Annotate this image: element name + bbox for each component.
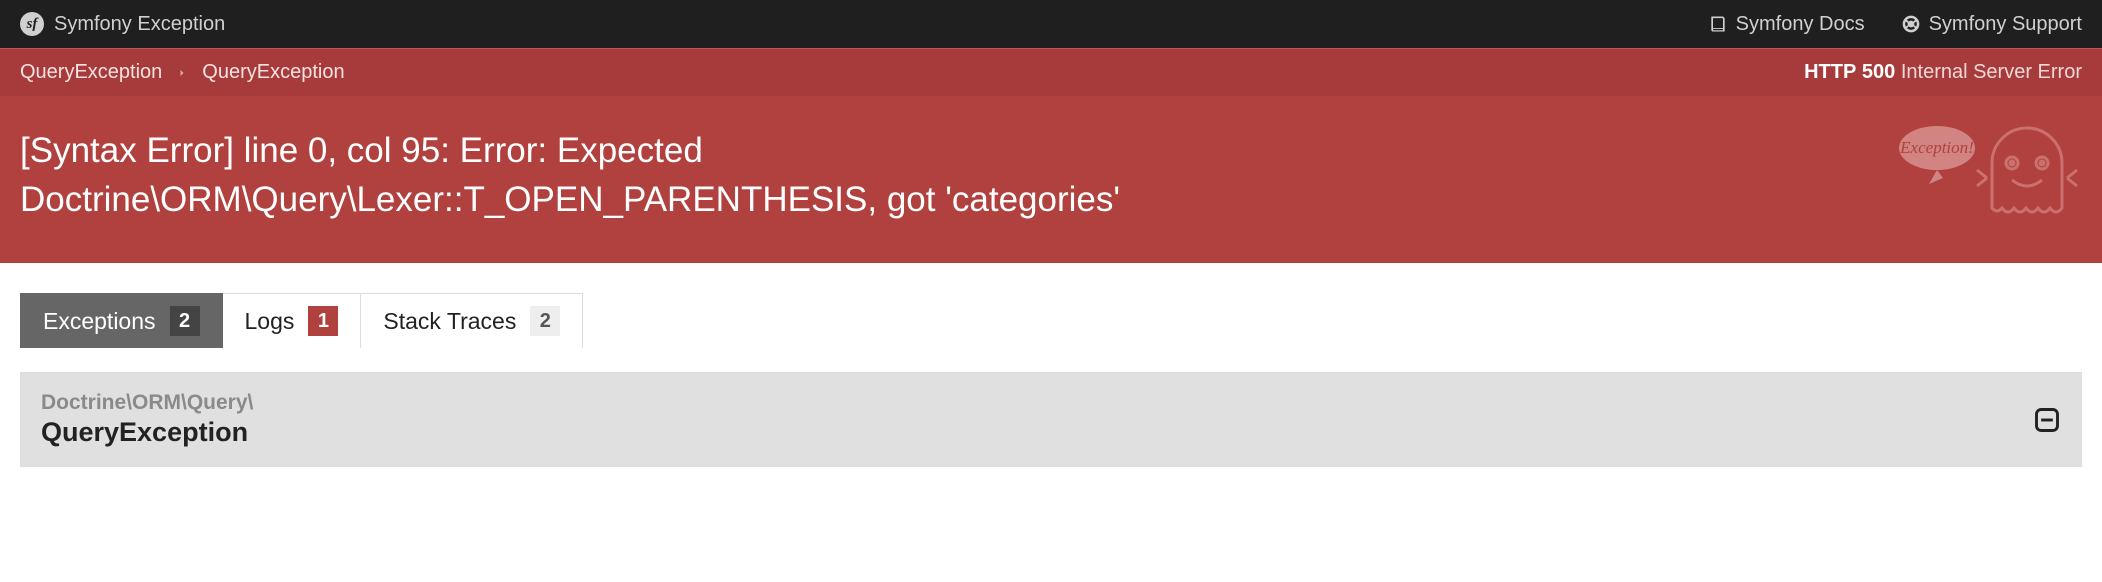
- collapse-icon: [2033, 406, 2061, 434]
- http-text: Internal Server Error: [1901, 61, 2082, 83]
- life-ring-icon: [1901, 14, 1921, 34]
- tab-badge: 1: [308, 306, 338, 336]
- tabs: Exceptions 2 Logs 1 Stack Traces 2: [0, 263, 2102, 348]
- tab-badge: 2: [170, 306, 200, 336]
- support-link-label: Symfony Support: [1929, 13, 2082, 36]
- ghost-bubble-text: Exception!: [1899, 138, 1974, 157]
- exceptions-panel-container: Doctrine\ORM\Query\ QueryException: [0, 348, 2102, 467]
- breadcrumb: QueryException QueryException: [20, 61, 345, 84]
- tab-label: Exceptions: [43, 308, 156, 335]
- tab-exceptions[interactable]: Exceptions 2: [20, 293, 223, 348]
- support-link[interactable]: Symfony Support: [1901, 13, 2082, 36]
- book-icon: [1708, 14, 1728, 34]
- docs-link-label: Symfony Docs: [1736, 13, 1865, 36]
- tab-label: Stack Traces: [383, 308, 516, 335]
- exception-namespace: Doctrine\ORM\Query\: [41, 391, 253, 415]
- breadcrumb-item-0[interactable]: QueryException: [20, 61, 162, 84]
- tab-stack-traces[interactable]: Stack Traces 2: [361, 293, 583, 348]
- http-prefix: HTTP: [1804, 61, 1856, 83]
- error-title: [Syntax Error] line 0, col 95: Error: Ex…: [20, 127, 1180, 224]
- top-bar-left: sf Symfony Exception: [20, 12, 225, 36]
- tab-logs[interactable]: Logs 1: [223, 293, 362, 348]
- ghost-illustration: Exception!: [1892, 118, 2082, 233]
- symfony-logo-icon: sf: [20, 12, 44, 36]
- chevron-right-icon: [176, 67, 188, 79]
- app-title: Symfony Exception: [54, 13, 225, 36]
- tab-label: Logs: [245, 308, 295, 335]
- ghost-icon: Exception!: [1892, 118, 2082, 228]
- collapse-button[interactable]: [2033, 406, 2061, 434]
- exception-class-block: Doctrine\ORM\Query\ QueryException: [41, 391, 253, 448]
- error-hero: [Syntax Error] line 0, col 95: Error: Ex…: [0, 96, 2102, 263]
- breadcrumb-bar: QueryException QueryException HTTP 500 I…: [0, 48, 2102, 96]
- exception-panel-header: Doctrine\ORM\Query\ QueryException: [20, 372, 2082, 467]
- exception-class-name: QueryException: [41, 417, 253, 448]
- http-status: HTTP 500 Internal Server Error: [1804, 61, 2082, 84]
- http-code: 500: [1862, 61, 1895, 83]
- top-bar: sf Symfony Exception Symfony Docs Symfon…: [0, 0, 2102, 48]
- tab-badge: 2: [530, 306, 560, 336]
- breadcrumb-item-1[interactable]: QueryException: [202, 61, 344, 84]
- top-bar-right: Symfony Docs Symfony Support: [1708, 13, 2082, 36]
- docs-link[interactable]: Symfony Docs: [1708, 13, 1865, 36]
